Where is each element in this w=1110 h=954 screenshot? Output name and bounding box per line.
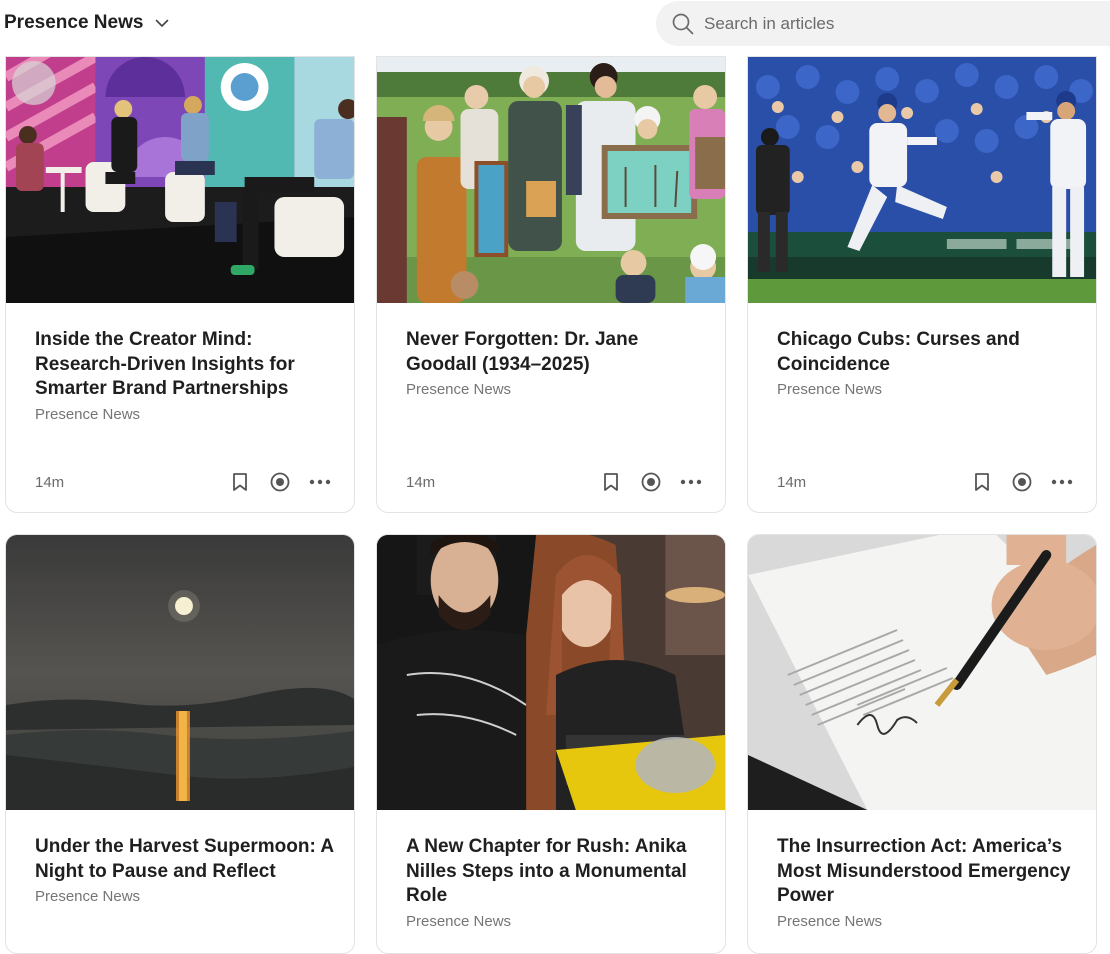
top-bar: Presence News <box>0 0 1110 50</box>
article-thumbnail[interactable] <box>6 57 354 303</box>
listen-icon[interactable] <box>1010 470 1034 494</box>
article-title[interactable]: Never Forgotten: Dr. Jane Goodall (1934–… <box>406 328 707 377</box>
article-thumbnail[interactable] <box>377 535 725 810</box>
more-icon[interactable] <box>308 470 332 494</box>
article-source: Presence News <box>406 381 512 398</box>
read-time: 14m <box>777 473 807 491</box>
read-time: 14m <box>406 473 436 491</box>
article-card[interactable]: Never Forgotten: Dr. Jane Goodall (1934–… <box>376 56 726 513</box>
article-thumbnail[interactable] <box>377 57 725 303</box>
listen-icon[interactable] <box>639 470 663 494</box>
publication-name: Presence News <box>4 12 144 33</box>
article-footer: 14m <box>35 470 332 494</box>
article-text: Inside the Creator Mind: Research-Driven… <box>35 328 336 423</box>
article-text: The Insurrection Act: America’s Most Mis… <box>777 835 1078 930</box>
article-source: Presence News <box>777 381 883 398</box>
article-actions <box>212 470 332 494</box>
search-bar <box>656 1 1110 46</box>
article-text: Never Forgotten: Dr. Jane Goodall (1934–… <box>406 328 707 398</box>
article-source: Presence News <box>35 405 141 423</box>
article-title[interactable]: A New Chapter for Rush: Anika Nilles Ste… <box>406 835 707 909</box>
bookmark-icon[interactable] <box>599 470 623 494</box>
article-thumbnail[interactable] <box>6 535 354 810</box>
publication-switcher[interactable]: Presence News <box>4 12 169 34</box>
article-actions <box>954 470 1074 494</box>
listen-icon[interactable] <box>268 470 292 494</box>
article-card[interactable]: The Insurrection Act: America’s Most Mis… <box>747 534 1097 954</box>
bookmark-icon[interactable] <box>970 470 994 494</box>
article-footer: 14m <box>777 470 1074 494</box>
article-text: A New Chapter for Rush: Anika Nilles Ste… <box>406 835 707 930</box>
search-icon <box>670 11 696 37</box>
article-card[interactable]: Inside the Creator Mind: Research-Driven… <box>5 56 355 513</box>
article-source: Presence News <box>35 888 141 905</box>
article-title[interactable]: Chicago Cubs: Curses and Coincidence <box>777 328 1078 377</box>
chevron-down-icon <box>155 16 169 30</box>
article-grid: Inside the Creator Mind: Research-Driven… <box>0 0 1110 954</box>
article-thumbnail[interactable] <box>748 57 1096 303</box>
more-icon[interactable] <box>679 470 703 494</box>
read-time: 14m <box>35 473 65 491</box>
article-title[interactable]: Under the Harvest Supermoon: A Night to … <box>35 835 336 884</box>
article-card[interactable]: Under the Harvest Supermoon: A Night to … <box>5 534 355 954</box>
article-actions <box>583 470 703 494</box>
article-source: Presence News <box>777 912 883 930</box>
article-card[interactable]: Chicago Cubs: Curses and Coincidence Pre… <box>747 56 1097 513</box>
article-title[interactable]: The Insurrection Act: America’s Most Mis… <box>777 835 1078 909</box>
article-text: Under the Harvest Supermoon: A Night to … <box>35 835 336 905</box>
article-source: Presence News <box>406 912 512 930</box>
article-text: Chicago Cubs: Curses and Coincidence Pre… <box>777 328 1078 398</box>
search-input[interactable] <box>702 12 1082 35</box>
article-footer: 14m <box>406 470 703 494</box>
article-title[interactable]: Inside the Creator Mind: Research-Driven… <box>35 328 336 402</box>
article-thumbnail[interactable] <box>748 535 1096 810</box>
article-card[interactable]: A New Chapter for Rush: Anika Nilles Ste… <box>376 534 726 954</box>
more-icon[interactable] <box>1050 470 1074 494</box>
bookmark-icon[interactable] <box>228 470 252 494</box>
